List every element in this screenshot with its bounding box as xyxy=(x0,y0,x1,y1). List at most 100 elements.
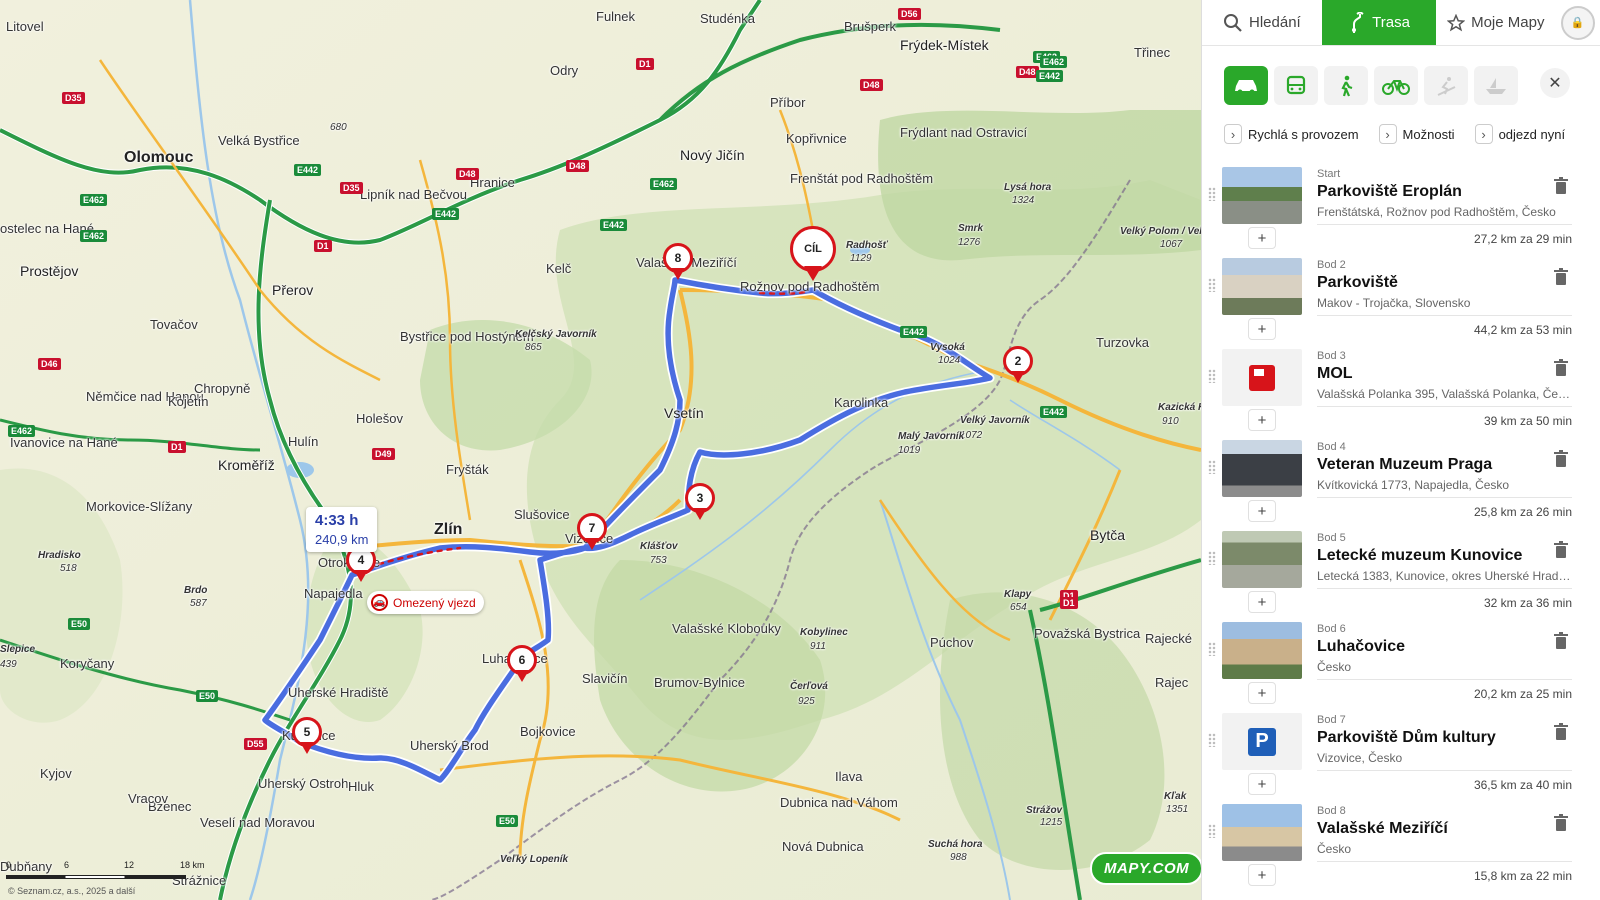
star-icon xyxy=(1447,13,1466,31)
map-place-label: Uherský Brod xyxy=(410,738,489,753)
chevron-right-icon: › xyxy=(1474,124,1493,144)
map-place-label: Bystřice pod Hostýnem xyxy=(400,329,534,344)
route-summary-bubble[interactable]: 4:33 h 240,9 km xyxy=(306,507,378,552)
waypoint-photo xyxy=(1222,804,1302,861)
tab-search[interactable]: Hledání xyxy=(1202,0,1322,45)
mode-boat[interactable] xyxy=(1474,66,1518,105)
road-number-label: E442 xyxy=(600,219,628,231)
drag-handle-icon[interactable] xyxy=(1208,551,1216,565)
trash-icon[interactable] xyxy=(1553,450,1569,468)
waypoint-thumbnail: P xyxy=(1222,713,1302,770)
search-icon xyxy=(1224,13,1242,32)
trash-icon[interactable] xyxy=(1553,177,1569,195)
drag-handle-icon[interactable] xyxy=(1208,460,1216,474)
map-place-label: Velký Javorník xyxy=(960,415,1030,426)
route-marker-destination[interactable]: CÍL xyxy=(790,226,836,284)
restriction-label[interactable]: 🚗 Omezený vjezd xyxy=(367,591,484,614)
waypoint-item[interactable]: Bod 2 Parkoviště Makov - Trojačka, Slovens… xyxy=(1202,256,1600,347)
drag-handle-icon[interactable] xyxy=(1208,642,1216,656)
waypoint-order-label: Bod 8 xyxy=(1317,805,1346,817)
waypoint-order-label: Bod 3 xyxy=(1317,350,1346,362)
map-scale: 0 6 12 18 km xyxy=(6,858,206,888)
map-place-label: Kazická Kycera xyxy=(1158,402,1201,413)
waypoint-name[interactable]: MOL xyxy=(1317,365,1353,383)
waypoint-name[interactable]: Valašské Meziříčí xyxy=(1317,820,1448,838)
map-place-label: Morkovice-Slížany xyxy=(86,499,193,514)
road-number-label: D35 xyxy=(62,92,85,104)
waypoint-item[interactable]: Bod 3 MOL Valašská Polanka 395, Valašská P… xyxy=(1202,347,1600,438)
drag-handle-icon[interactable] xyxy=(1208,824,1216,838)
waypoint-name[interactable]: Veteran Muzeum Praga xyxy=(1317,456,1492,474)
waypoint-order-label: Bod 5 xyxy=(1317,532,1346,544)
road-number-label: D56 xyxy=(898,8,921,20)
drag-handle-icon[interactable] xyxy=(1208,733,1216,747)
close-route-button[interactable]: ✕ xyxy=(1540,68,1570,98)
mode-bike[interactable] xyxy=(1374,66,1418,105)
waypoint-item[interactable]: Bod 6 Luhačovice Česko +20,2 km za 25 min xyxy=(1202,620,1600,711)
trash-icon[interactable] xyxy=(1553,268,1569,286)
waypoint-address: Kvítkovická 1773, Napajedla, Česko xyxy=(1317,478,1572,498)
route-marker-5[interactable]: 5 xyxy=(292,717,322,757)
map-canvas[interactable]: Litovel Olomouc Velká Bystřice Prostějov ost… xyxy=(0,0,1201,900)
map-place-label: Slušovice xyxy=(514,507,570,522)
add-waypoint-button[interactable]: + xyxy=(1248,409,1276,431)
waypoint-order-label: Bod 4 xyxy=(1317,441,1346,453)
trash-icon[interactable] xyxy=(1553,814,1569,832)
map-place-label: 680 xyxy=(330,122,347,133)
waypoint-item[interactable]: Bod 4 Veteran Muzeum Praga Kvítkovická 177… xyxy=(1202,438,1600,529)
mode-public-transport[interactable] xyxy=(1274,66,1318,105)
route-marker-2[interactable]: 2 xyxy=(1003,346,1033,386)
road-number-label: D1 xyxy=(314,240,332,252)
trash-icon[interactable] xyxy=(1553,723,1569,741)
user-avatar-button[interactable]: 🔒 xyxy=(1555,0,1600,45)
add-waypoint-button[interactable]: + xyxy=(1248,500,1276,522)
route-marker-3[interactable]: 3 xyxy=(685,483,715,523)
waypoint-name[interactable]: Luhačovice xyxy=(1317,638,1405,656)
waypoint-name[interactable]: Letecké muzeum Kunovice xyxy=(1317,547,1522,565)
waypoint-photo xyxy=(1222,531,1302,588)
road-number-label: E462 xyxy=(1040,56,1068,68)
drag-handle-icon[interactable] xyxy=(1208,369,1216,383)
tab-my-maps[interactable]: Moje Mapy xyxy=(1436,0,1555,45)
map-place-label: 753 xyxy=(650,555,667,566)
map-place-label: Turzovka xyxy=(1096,335,1149,350)
add-waypoint-button[interactable]: + xyxy=(1248,318,1276,340)
restriction-text: Omezený vjezd xyxy=(393,595,476,610)
waypoint-item[interactable]: P Bod 7 Parkoviště Dům kultury Vizovice, Če… xyxy=(1202,711,1600,802)
mode-ski[interactable] xyxy=(1424,66,1468,105)
plus-icon: + xyxy=(1257,593,1267,611)
add-waypoint-button[interactable]: + xyxy=(1248,591,1276,613)
add-waypoint-button[interactable]: + xyxy=(1248,227,1276,249)
waypoint-item[interactable]: Bod 8 Valašské Meziříčí Česko +15,8 km za 2… xyxy=(1202,802,1600,893)
add-waypoint-button[interactable]: + xyxy=(1248,864,1276,886)
waypoint-item[interactable]: Start Parkoviště Eroplán Frenštátská, Rožn… xyxy=(1202,165,1600,256)
trash-icon[interactable] xyxy=(1553,541,1569,559)
map-place-label: 439 xyxy=(0,659,17,670)
trash-icon[interactable] xyxy=(1553,632,1569,650)
route-options: › Rychlá s provozem › Možnosti › odjezd … xyxy=(1224,124,1565,144)
waypoint-item[interactable]: Bod 5 Letecké muzeum Kunovice Letecká 1383… xyxy=(1202,529,1600,620)
add-waypoint-button[interactable]: + xyxy=(1248,773,1276,795)
map-copyright[interactable]: © Seznam.cz, a.s., 2025 a další xyxy=(8,886,135,896)
mapy-logo[interactable]: MAPY.COM xyxy=(1090,852,1201,885)
drag-handle-icon[interactable] xyxy=(1208,187,1216,201)
route-marker-6[interactable]: 6 xyxy=(507,645,537,685)
waypoint-name[interactable]: Parkoviště Eroplán xyxy=(1317,183,1462,201)
map-place-label: Hulín xyxy=(288,434,319,449)
trash-icon[interactable] xyxy=(1553,359,1569,377)
map-place-label: 1067 xyxy=(1160,239,1183,250)
drag-handle-icon[interactable] xyxy=(1208,278,1216,292)
mode-walk[interactable] xyxy=(1324,66,1368,105)
waypoint-photo xyxy=(1222,440,1302,497)
departure-time-button[interactable]: › odjezd nyní xyxy=(1474,124,1565,144)
waypoint-thumbnail xyxy=(1222,167,1302,224)
route-options-button[interactable]: › Možnosti xyxy=(1378,124,1455,144)
route-marker-8[interactable]: 8 xyxy=(663,243,693,283)
tab-route[interactable]: Trasa xyxy=(1321,0,1437,45)
route-type-selector[interactable]: › Rychlá s provozem xyxy=(1224,124,1359,144)
mode-car[interactable] xyxy=(1224,66,1268,105)
waypoint-name[interactable]: Parkoviště xyxy=(1317,274,1398,292)
add-waypoint-button[interactable]: + xyxy=(1248,682,1276,704)
waypoint-name[interactable]: Parkoviště Dům kultury xyxy=(1317,729,1496,747)
route-marker-7[interactable]: 7 xyxy=(577,513,607,553)
